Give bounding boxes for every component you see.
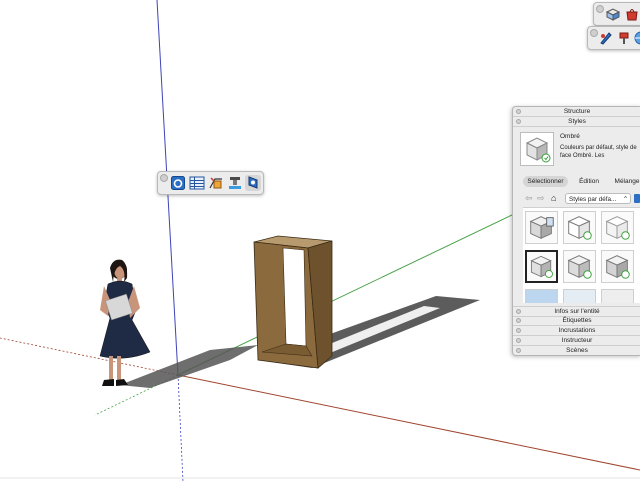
section-tags[interactable]: Étiquettes xyxy=(513,316,640,326)
collapse-dot[interactable] xyxy=(516,338,521,343)
style-header: Ombré Couleurs par défaut, style de face… xyxy=(513,127,640,177)
style-thumbnail[interactable] xyxy=(520,132,554,166)
default-tray: Structure Styles Ombré Couleurs par défa… xyxy=(512,106,640,356)
section-title: Instructeur xyxy=(561,337,593,344)
3d-warehouse-icon[interactable] xyxy=(633,30,640,46)
style-thumbnail-cell[interactable] xyxy=(601,289,634,303)
style-thumbnail-cell[interactable] xyxy=(563,289,596,303)
section-overlays[interactable]: Incrustations xyxy=(513,326,640,336)
section-plane-icon[interactable] xyxy=(208,175,224,191)
style-description[interactable]: Couleurs par défaut, style de face Ombré… xyxy=(560,144,640,160)
toolbar-grip[interactable] xyxy=(590,29,598,37)
section-title: Infos sur l'entité xyxy=(554,308,600,315)
collection-select-value: Styles par défa... xyxy=(569,196,617,203)
floating-toolbar xyxy=(157,171,264,195)
person-figure[interactable] xyxy=(99,259,151,386)
collapse-dot[interactable] xyxy=(516,318,521,323)
style-thumbnail-cell-selected[interactable] xyxy=(525,250,558,283)
back-arrow-icon[interactable]: ⇦ xyxy=(525,193,533,204)
section-title: Scènes xyxy=(566,347,588,354)
collapse-dot[interactable] xyxy=(516,328,521,333)
red-bag-icon[interactable] xyxy=(624,6,640,22)
style-thumbnail-cell[interactable] xyxy=(601,250,634,283)
tab-select[interactable]: Sélectionner xyxy=(523,176,568,187)
collection-select[interactable]: Styles par défa... ⌃ xyxy=(565,193,631,204)
home-icon[interactable]: ⌂ xyxy=(551,193,556,203)
style-thumbnail-cell[interactable] xyxy=(525,211,558,244)
section-title: Incrustations xyxy=(558,327,596,334)
style-gear-icon[interactable] xyxy=(245,175,261,191)
style-thumbnail-cell[interactable] xyxy=(563,250,596,283)
browse-row: ⇦ ⇨ ⌂ Styles par défa... ⌃ xyxy=(513,193,640,205)
toolbar-grip[interactable] xyxy=(160,174,168,182)
top-right-toolbar-2 xyxy=(587,26,640,50)
details-icon[interactable] xyxy=(634,194,640,203)
section-scenes[interactable]: Scènes xyxy=(513,346,640,355)
collapse-dot[interactable] xyxy=(516,119,521,124)
tab-mix[interactable]: Mélange xyxy=(611,176,640,187)
pencil-tool-icon[interactable] xyxy=(598,30,614,46)
wood-frame-model[interactable] xyxy=(253,235,333,369)
style-thumbnail-cell[interactable] xyxy=(525,289,558,303)
section-styles[interactable]: Styles xyxy=(513,117,640,127)
style-thumbnail-cell[interactable] xyxy=(601,211,634,244)
section-title: Styles xyxy=(568,118,586,125)
red-axis-hidden xyxy=(0,337,179,376)
section-title: Étiquettes xyxy=(562,317,592,324)
cube-icon[interactable] xyxy=(605,6,621,22)
style-tabs: Sélectionner Édition Mélange xyxy=(523,176,640,187)
styles-icon[interactable] xyxy=(170,175,186,191)
paint-icon[interactable] xyxy=(616,30,632,46)
section-instructor[interactable]: Instructeur xyxy=(513,336,640,346)
section-title: Structure xyxy=(563,108,591,115)
section-structure[interactable]: Structure xyxy=(513,107,640,117)
toolbar-grip[interactable] xyxy=(596,5,604,13)
top-right-toolbar-1 xyxy=(593,2,640,26)
style-thumbnail-cell[interactable] xyxy=(563,211,596,244)
red-axis xyxy=(177,374,640,471)
select-arrows-icon: ⌃ xyxy=(622,196,628,203)
collapse-dot[interactable] xyxy=(516,109,521,114)
style-name[interactable]: Ombré xyxy=(560,133,580,140)
tab-edit[interactable]: Édition xyxy=(575,176,603,187)
display-section-icon[interactable] xyxy=(227,175,243,191)
collapse-dot[interactable] xyxy=(516,348,521,353)
style-thumbnail-grid xyxy=(523,207,640,303)
blue-axis-hidden xyxy=(177,374,184,482)
collapse-dot[interactable] xyxy=(516,309,521,314)
table-icon[interactable] xyxy=(189,175,205,191)
forward-arrow-icon[interactable]: ⇨ xyxy=(537,193,545,204)
